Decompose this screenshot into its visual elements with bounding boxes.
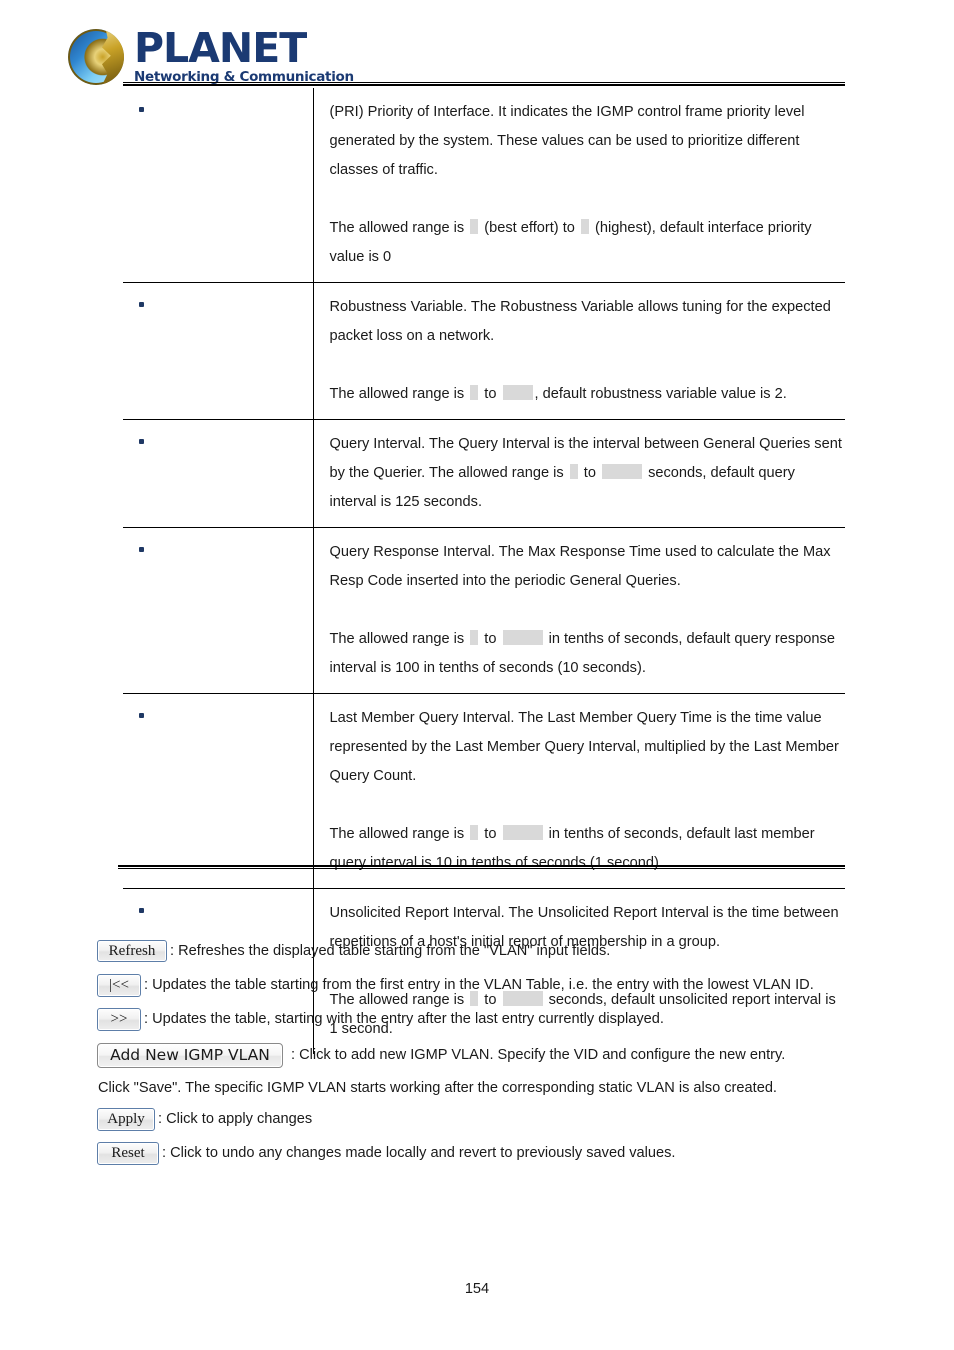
apply-button-description: : Click to apply changes <box>158 1111 313 1127</box>
description-cell: Last Member Query Interval. The Last Mem… <box>313 693 845 889</box>
table-row: Query Interval. The Query Interval is th… <box>123 419 845 528</box>
refresh-button-description: : Refreshes the displayed table starting… <box>170 943 611 959</box>
buttons-section: Refresh : Refreshes the displayed table … <box>97 938 887 1174</box>
bullet-cell <box>123 419 314 528</box>
bullet-icon <box>139 547 144 553</box>
table-row: Robustness Variable. The Robustness Vari… <box>123 282 845 420</box>
planet-globe-icon <box>68 29 124 85</box>
bullet-icon <box>139 107 144 113</box>
page-header: PLANET Networking & Communication <box>68 26 354 88</box>
description-paragraph: The allowed range is to in tenths of sec… <box>329 630 835 676</box>
add-new-igmp-vlan-button-row: Add New IGMP VLAN : Click to add new IGM… <box>97 1042 887 1068</box>
description-paragraph: Robustness Variable. The Robustness Vari… <box>329 299 831 344</box>
bullet-icon <box>139 302 144 308</box>
add-new-igmp-vlan-button[interactable]: Add New IGMP VLAN <box>97 1042 283 1068</box>
next-page-button-row: >> : Updates the table, starting with th… <box>97 1006 887 1032</box>
description-paragraph: Query Response Interval. The Max Respons… <box>329 544 831 589</box>
description-paragraph: Last Member Query Interval. The Last Mem… <box>329 710 839 784</box>
value-placeholder <box>502 825 543 840</box>
value-placeholder <box>580 219 589 234</box>
reset-button-description: : Click to undo any changes made locally… <box>162 1145 676 1161</box>
value-placeholder <box>470 825 479 840</box>
description-paragraph: (PRI) Priority of Interface. It indicate… <box>329 104 805 178</box>
first-page-button-row: |<< : Updates the table starting from th… <box>97 972 887 998</box>
description-cell: Query Interval. The Query Interval is th… <box>313 419 845 528</box>
table-row: (PRI) Priority of Interface. It indicate… <box>123 88 845 283</box>
apply-button-row: Apply : Click to apply changes <box>97 1106 887 1132</box>
save-note: Click "Save". The specific IGMP VLAN sta… <box>98 1080 777 1096</box>
next-page-button-description: : Updates the table, starting with the e… <box>144 1011 664 1027</box>
bullet-icon <box>139 713 144 719</box>
value-placeholder <box>569 464 578 479</box>
refresh-button-row: Refresh : Refreshes the displayed table … <box>97 938 887 964</box>
first-page-button[interactable]: |<< <box>97 973 141 997</box>
value-placeholder <box>470 385 479 400</box>
bullet-cell <box>123 527 314 694</box>
add-new-igmp-vlan-button-description: : Click to add new IGMP VLAN. Specify th… <box>291 1047 786 1063</box>
value-placeholder <box>602 464 643 479</box>
apply-button[interactable]: Apply <box>97 1107 155 1131</box>
bullet-cell <box>123 282 314 420</box>
description-paragraph: The allowed range is to , default robust… <box>329 385 787 402</box>
value-placeholder <box>502 385 533 400</box>
next-page-button[interactable]: >> <box>97 1007 141 1031</box>
description-paragraph: The allowed range is to in tenths of sec… <box>329 825 815 871</box>
bullet-icon <box>139 908 144 914</box>
reset-button-row: Reset : Click to undo any changes made l… <box>97 1140 887 1166</box>
parameter-description-table: (PRI) Priority of Interface. It indicate… <box>123 88 845 1054</box>
value-placeholder <box>470 630 479 645</box>
table-row: Last Member Query Interval. The Last Mem… <box>123 693 845 889</box>
page-number: 154 <box>464 1281 490 1297</box>
brand-name: PLANET <box>134 23 307 72</box>
description-cell: Robustness Variable. The Robustness Vari… <box>313 282 845 420</box>
value-placeholder <box>502 630 543 645</box>
table-top-rule <box>123 82 845 86</box>
bullet-cell <box>123 88 314 283</box>
description-paragraph: Query Interval. The Query Interval is th… <box>329 436 842 510</box>
description-cell: (PRI) Priority of Interface. It indicate… <box>313 88 845 283</box>
refresh-button[interactable]: Refresh <box>97 940 167 962</box>
brand-text: PLANET Networking & Communication <box>134 23 354 85</box>
first-page-button-description: : Updates the table starting from the fi… <box>144 977 814 993</box>
description-paragraph: The allowed range is (best effort) to (h… <box>329 219 812 265</box>
table-row: Query Response Interval. The Max Respons… <box>123 527 845 694</box>
value-placeholder <box>470 219 479 234</box>
bullet-cell <box>123 693 314 889</box>
description-cell: Query Response Interval. The Max Respons… <box>313 527 845 694</box>
reset-button[interactable]: Reset <box>97 1141 159 1165</box>
table-bottom-rule <box>118 865 845 869</box>
bullet-icon <box>139 439 144 445</box>
